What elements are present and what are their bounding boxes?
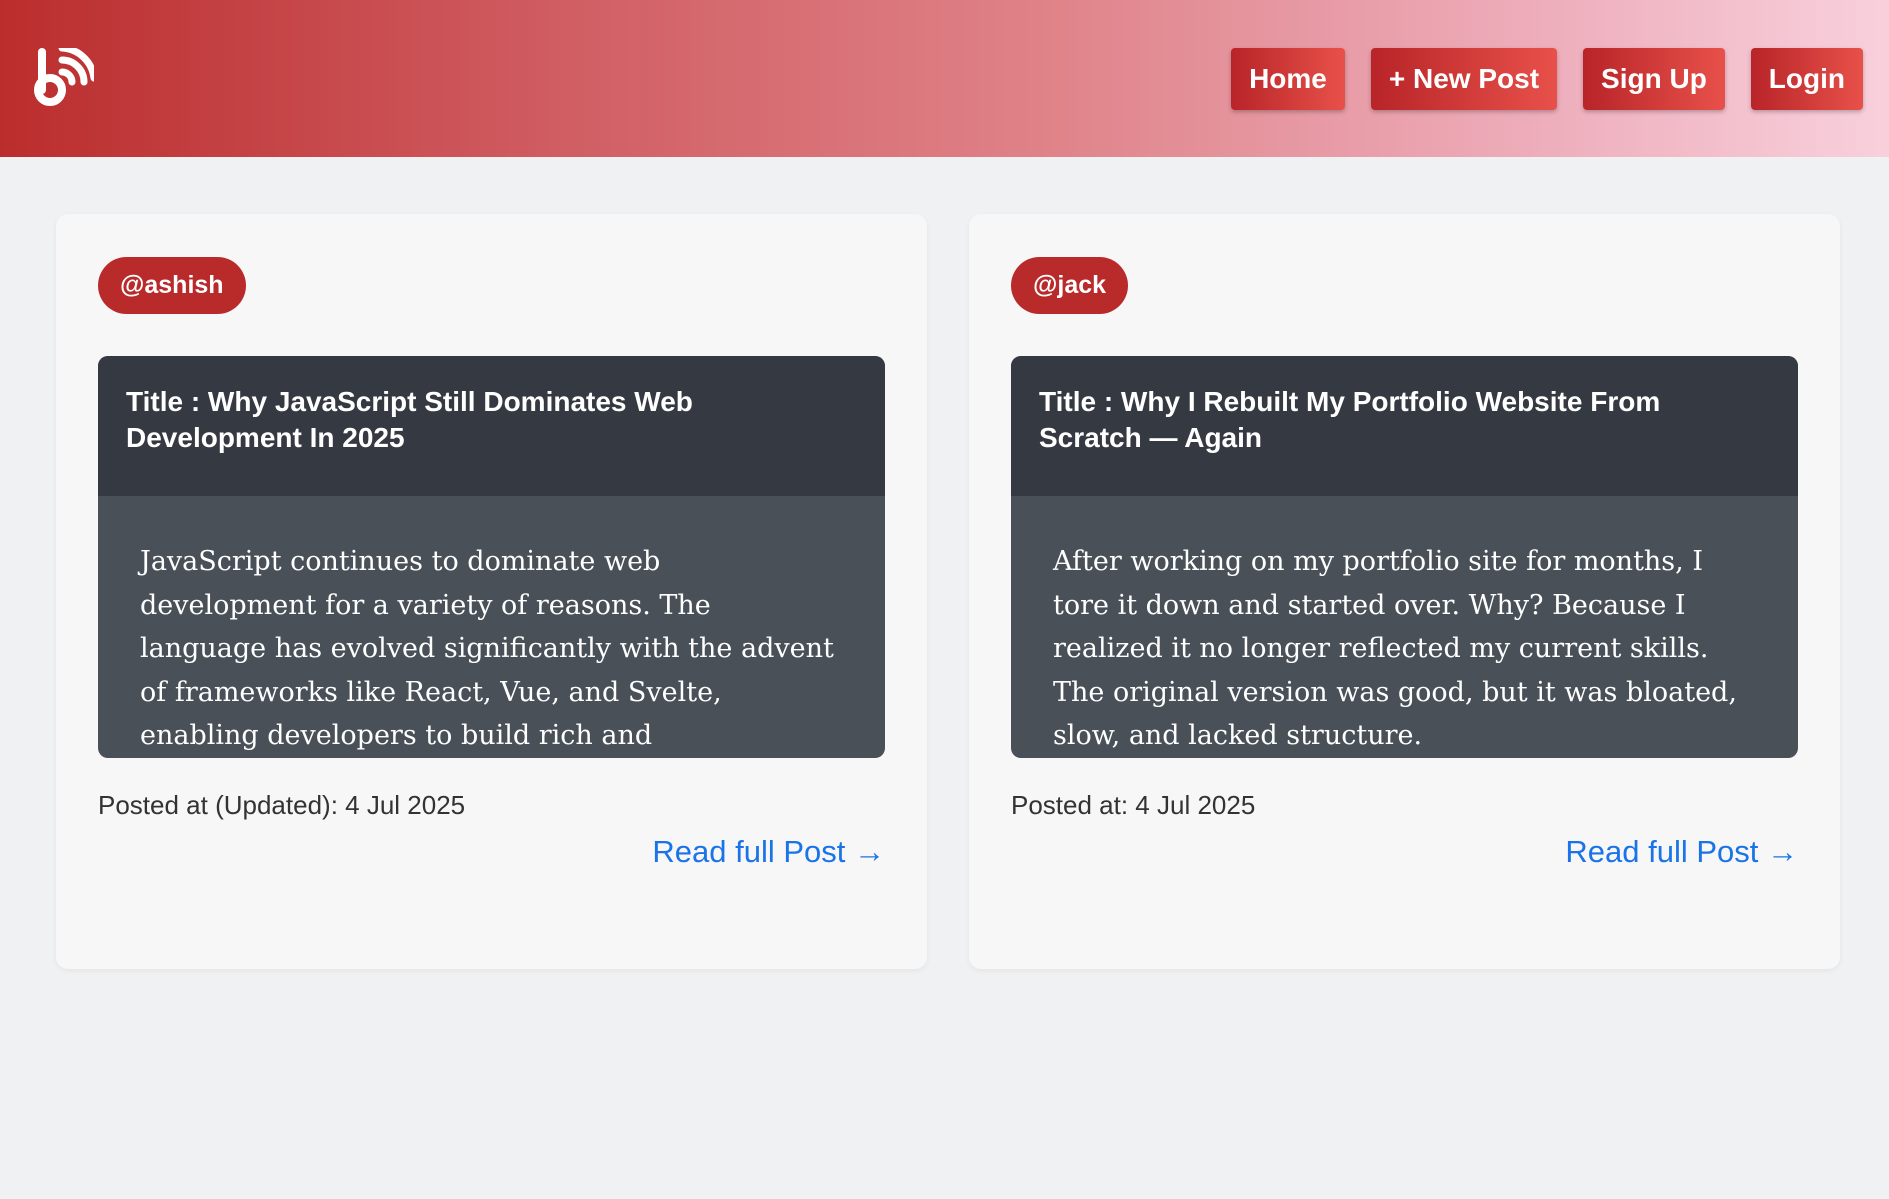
post-card: @jack Title : Why I Rebuilt My Portfolio… [969,214,1840,969]
read-full-post-link[interactable]: Read full Post → [652,834,885,870]
post-title: Title : Why JavaScript Still Dominates W… [98,356,885,496]
posted-date: Posted at (Updated): 4 Jul 2025 [98,790,466,820]
new-post-button[interactable]: + New Post [1370,48,1558,110]
author-badge[interactable]: @jack [1011,257,1129,314]
sign-up-button[interactable]: Sign Up [1583,48,1725,110]
author-badge[interactable]: @ashish [98,257,246,314]
blog-rss-logo-icon[interactable] [32,44,98,110]
read-full-post-link[interactable]: Read full Post → [1565,834,1798,870]
post-excerpt: After working on my portfolio site for m… [1053,546,1737,751]
post-excerpt: JavaScript continues to dominate web dev… [140,546,834,751]
post-preview: Title : Why JavaScript Still Dominates W… [98,356,885,758]
login-button[interactable]: Login [1750,48,1863,110]
app-header: Home + New Post Sign Up Login [0,0,1889,157]
post-card: @ashish Title : Why JavaScript Still Dom… [56,214,927,969]
post-preview: Title : Why I Rebuilt My Portfolio Websi… [1011,356,1798,758]
home-button[interactable]: Home [1231,48,1345,110]
main-nav: Home + New Post Sign Up Login [1231,48,1863,110]
posted-date: Posted at: 4 Jul 2025 [1011,790,1256,820]
post-title: Title : Why I Rebuilt My Portfolio Websi… [1011,356,1798,496]
